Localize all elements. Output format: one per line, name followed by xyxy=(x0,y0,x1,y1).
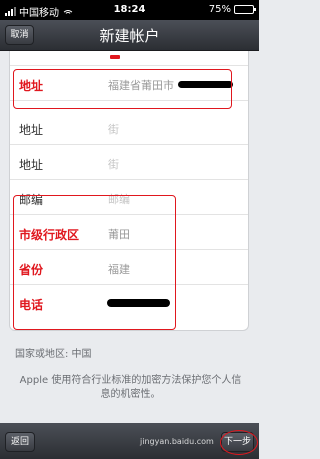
status-bar: 中国移动 18:24 75% xyxy=(0,0,259,20)
battery-percent: 75% xyxy=(208,4,231,15)
address-line-2-field[interactable]: 街 xyxy=(108,121,119,137)
nav-bar: 取消 新建帐户 xyxy=(0,20,259,51)
form-row-address-3[interactable]: 地址 街 xyxy=(10,145,248,180)
annotation-circle-next xyxy=(220,430,258,455)
page-title: 新建帐户 xyxy=(99,27,160,45)
row-label: 地址 xyxy=(19,123,44,137)
back-button[interactable]: 返回 xyxy=(5,432,35,452)
annotation-box-region-phone xyxy=(13,195,176,330)
row-label: 地址 xyxy=(19,158,44,172)
form-row-address-2[interactable]: 地址 街 xyxy=(10,110,248,145)
battery-area: 75% xyxy=(208,4,256,15)
partial-redaction xyxy=(110,55,120,59)
annotation-box-address xyxy=(13,69,232,109)
privacy-note: Apple 使用符合行业标准的加密方法保护您个人信息的机密性。 xyxy=(19,375,242,400)
battery-icon xyxy=(234,5,256,14)
address-line-3-field[interactable]: 街 xyxy=(108,156,119,172)
country-region-label: 国家或地区: 中国 xyxy=(15,349,92,360)
watermark-text: jingyan.baidu.com xyxy=(140,437,214,446)
form-row-partial xyxy=(10,51,248,66)
